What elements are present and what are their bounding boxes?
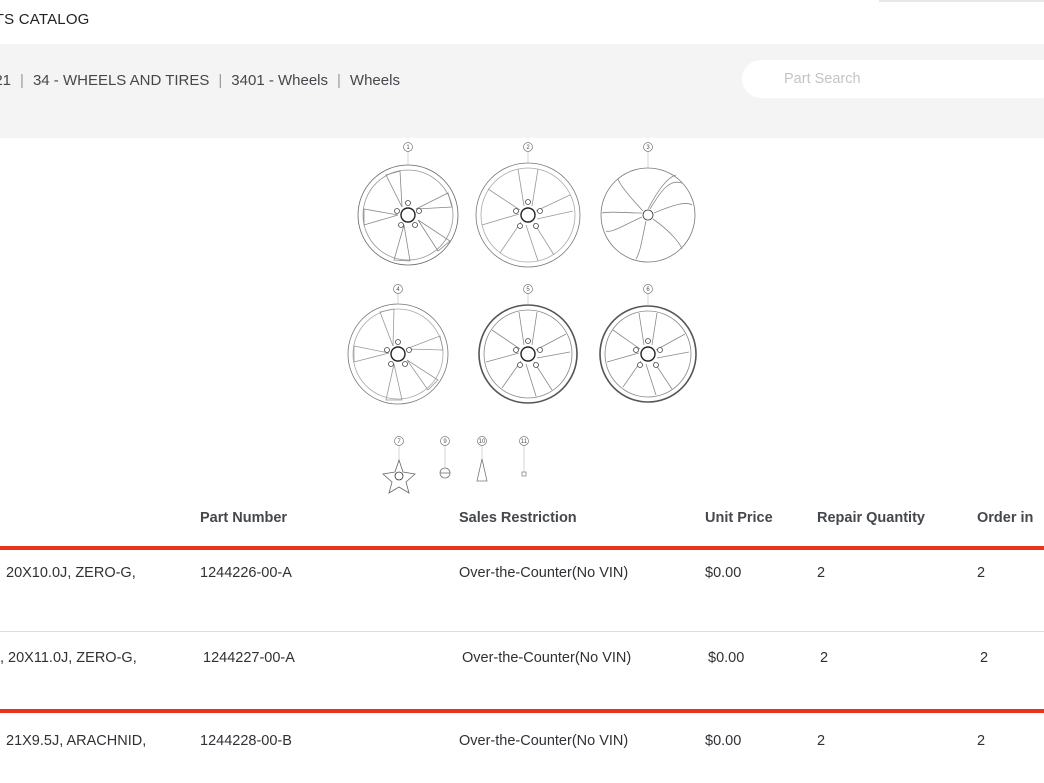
callout-1: 1 bbox=[403, 142, 413, 152]
repair-quantity: 2 bbox=[817, 733, 826, 749]
breadcrumb-item-current[interactable]: Wheels bbox=[350, 72, 400, 89]
sales-restriction: Over-the-Counter(No VIN) bbox=[459, 565, 629, 581]
breadcrumb-item-year[interactable]: 021 bbox=[0, 72, 11, 89]
row-highlight-border-top bbox=[0, 546, 1044, 550]
part-description: 20X10.0J, ZERO-G, bbox=[6, 565, 136, 581]
order-quantity[interactable]: 2 bbox=[977, 733, 985, 749]
part-number[interactable]: 1244227-00-A bbox=[203, 650, 295, 666]
sales-restriction: Over-the-Counter(No VIN) bbox=[459, 733, 629, 749]
unit-price: $0.00 bbox=[705, 733, 742, 749]
part-search-input[interactable] bbox=[742, 60, 1044, 98]
unit-price: $0.00 bbox=[708, 650, 745, 666]
parts-table-header: Part Number Sales Restriction Unit Price… bbox=[0, 508, 1044, 532]
repair-quantity: 2 bbox=[817, 565, 826, 581]
breadcrumb-separator: | bbox=[20, 72, 24, 89]
wheel-diagram-5[interactable] bbox=[478, 304, 578, 404]
part-description: 21X9.5J, ARACHNID, bbox=[6, 733, 147, 749]
column-header-order-in[interactable]: Order in bbox=[977, 510, 1033, 526]
wheel-diagram-2[interactable] bbox=[475, 162, 581, 268]
wheel-diagram-1[interactable] bbox=[357, 164, 459, 266]
column-header-part-number[interactable]: Part Number bbox=[200, 510, 287, 526]
order-quantity[interactable]: 2 bbox=[977, 565, 985, 581]
top-bar: RTS CATALOG bbox=[0, 0, 1044, 44]
column-header-repair-quantity[interactable]: Repair Quantity bbox=[817, 510, 925, 526]
repair-quantity: 2 bbox=[820, 650, 829, 666]
center-cap-diagram[interactable] bbox=[382, 458, 416, 494]
column-header-sales-restriction[interactable]: Sales Restriction bbox=[459, 510, 577, 526]
wheel-diagram-4[interactable] bbox=[347, 303, 449, 405]
breadcrumb: 021 | 34 - WHEELS AND TIRES | 3401 - Wheels |… bbox=[0, 72, 400, 89]
part-number[interactable]: 1244228-00-B bbox=[200, 733, 292, 749]
breadcrumb-item-group[interactable]: 34 - WHEELS AND TIRES bbox=[33, 72, 209, 89]
part-number[interactable]: 1244226-00-A bbox=[200, 565, 292, 581]
top-divider bbox=[879, 0, 1044, 2]
sales-restriction: Over-the-Counter(No VIN) bbox=[462, 650, 632, 666]
column-header-unit-price[interactable]: Unit Price bbox=[705, 510, 773, 526]
callout-5: 5 bbox=[523, 284, 533, 294]
wheel-diagram-3[interactable] bbox=[600, 167, 696, 263]
wheel-diagram-6[interactable] bbox=[599, 305, 697, 403]
brand-title[interactable]: RTS CATALOG bbox=[0, 11, 90, 28]
row-divider bbox=[0, 631, 1044, 632]
callout-3: 3 bbox=[643, 142, 653, 152]
breadcrumb-separator: | bbox=[337, 72, 341, 89]
callout-10: 10 bbox=[477, 436, 487, 446]
callout-6: 6 bbox=[643, 284, 653, 294]
callout-4: 4 bbox=[393, 284, 403, 294]
callout-7: 7 bbox=[394, 436, 404, 446]
valve-stem-diagram[interactable] bbox=[476, 458, 488, 482]
breadcrumb-separator: | bbox=[218, 72, 223, 89]
callout-9: 9 bbox=[440, 436, 450, 446]
lug-nut-cap-diagram[interactable] bbox=[439, 467, 451, 479]
svg-text:11: 11 bbox=[521, 439, 528, 445]
svg-text:10: 10 bbox=[479, 439, 486, 445]
part-description: , 20X11.0J, ZERO-G, bbox=[0, 650, 137, 666]
callout-2: 2 bbox=[523, 142, 533, 152]
breadcrumb-item-subgroup[interactable]: 3401 - Wheels bbox=[231, 72, 328, 89]
order-quantity[interactable]: 2 bbox=[980, 650, 988, 666]
callout-11: 11 bbox=[519, 436, 529, 446]
row-highlight-border-bottom bbox=[0, 709, 1044, 713]
small-fastener-diagram[interactable] bbox=[521, 471, 527, 477]
parts-diagram: 1 2 3 4 5 6 7 9 10 11 bbox=[347, 142, 697, 494]
unit-price: $0.00 bbox=[705, 565, 742, 581]
breadcrumb-bar: 021 | 34 - WHEELS AND TIRES | 3401 - Wheels |… bbox=[0, 44, 1044, 138]
